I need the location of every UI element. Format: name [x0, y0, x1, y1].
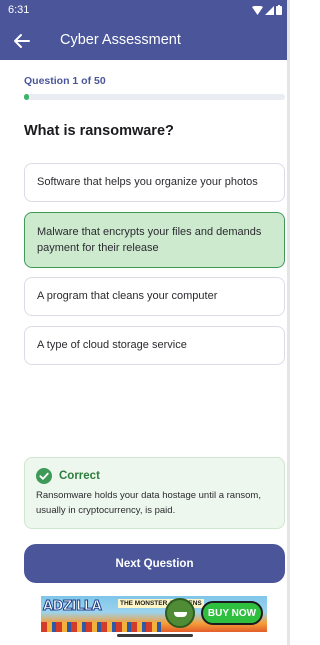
ad-buy-now-button[interactable]: BUY NOW	[201, 601, 263, 625]
answer-option-label: A type of cloud storage service	[37, 339, 187, 352]
monster-icon	[165, 598, 195, 628]
answer-option-3[interactable]: A program that cleans your computer	[24, 277, 285, 316]
ad-banner[interactable]: ADZILLA THE MONSTER AWAKENS BUY NOW	[41, 596, 267, 632]
check-circle-icon	[36, 468, 52, 484]
status-icons	[252, 5, 282, 15]
ad-cta-label: BUY NOW	[207, 607, 257, 619]
answer-option-4[interactable]: A type of cloud storage service	[24, 326, 285, 365]
app-bar: Cyber Assessment	[0, 22, 290, 60]
progress-bar	[24, 94, 285, 100]
question-text: What is ransomware?	[24, 123, 174, 139]
feedback-card: Correct Ransomware holds your data hosta…	[24, 457, 285, 529]
battery-icon	[276, 5, 282, 15]
home-indicator[interactable]	[117, 634, 193, 637]
page-title: Cyber Assessment	[60, 32, 181, 48]
answer-option-2[interactable]: Malware that encrypts your files and dem…	[24, 212, 285, 268]
status-bar: 6:31	[0, 0, 290, 22]
answer-option-label: Malware that encrypts your files and dem…	[37, 225, 262, 255]
feedback-title: Correct	[59, 470, 100, 482]
next-question-button[interactable]: Next Question	[24, 544, 285, 583]
answer-option-label: A program that cleans your computer	[37, 290, 218, 303]
ad-brand: ADZILLA	[42, 599, 102, 615]
status-time: 6:31	[8, 4, 30, 16]
screen-edge	[287, 0, 290, 645]
answer-option-1[interactable]: Software that helps you organize your ph…	[24, 163, 285, 202]
wifi-icon	[252, 5, 263, 15]
progress-fill	[24, 94, 30, 100]
ad-city-graphic	[41, 622, 161, 632]
feedback-text: Ransomware holds your data hostage until…	[36, 490, 261, 516]
signal-icon	[265, 5, 274, 15]
next-question-label: Next Question	[115, 557, 194, 570]
question-counter: Question 1 of 50	[24, 75, 106, 87]
answer-option-label: Software that helps you organize your ph…	[37, 176, 258, 189]
back-arrow-icon[interactable]	[10, 29, 34, 53]
